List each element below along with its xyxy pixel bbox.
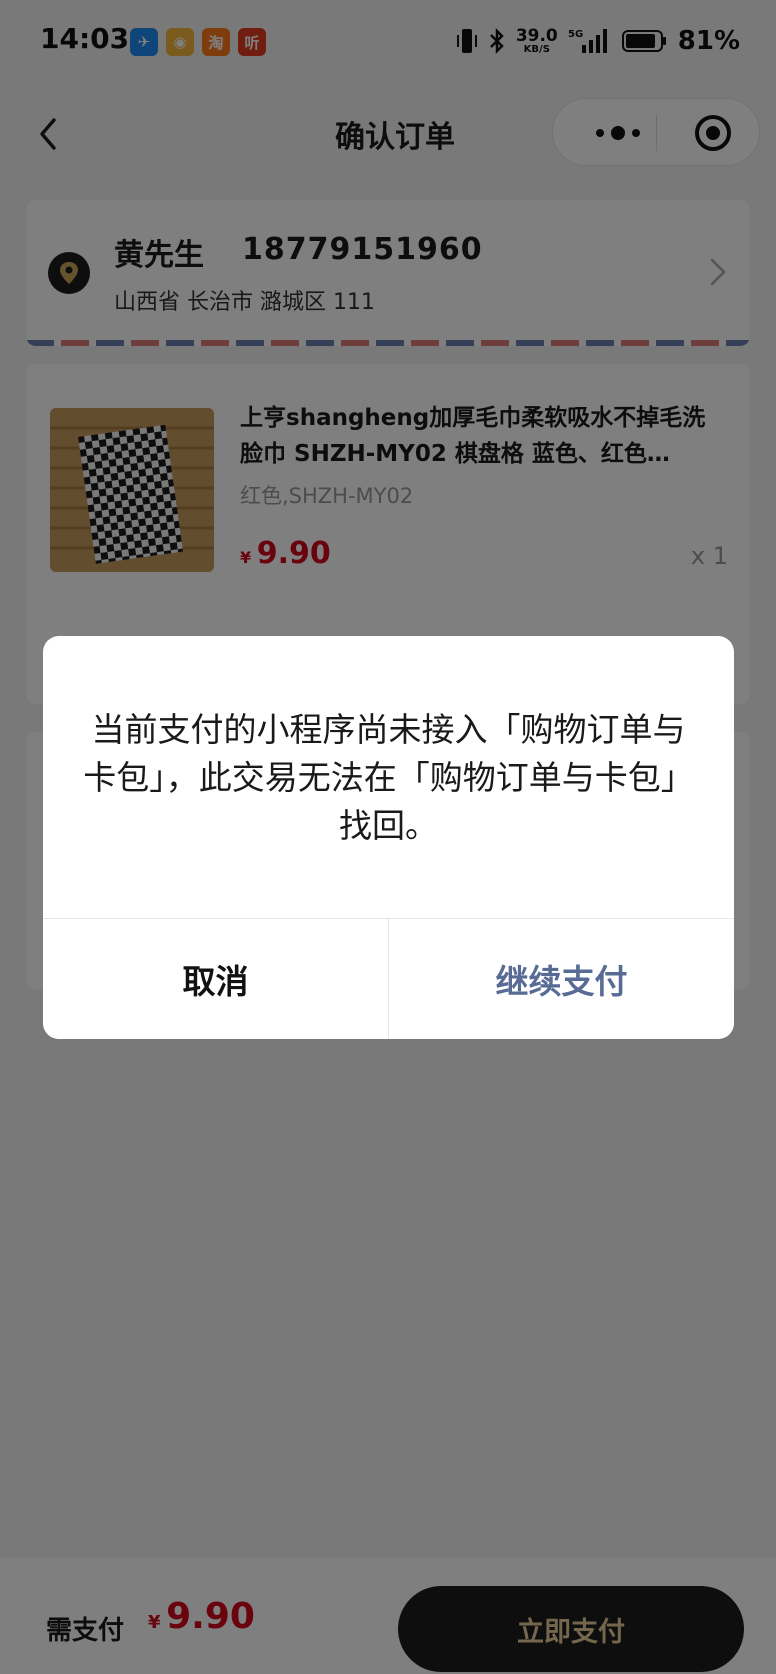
dialog-message: 当前支付的小程序尚未接入「购物订单与卡包」，此交易无法在「购物订单与卡包」找回。 [83, 710, 694, 845]
continue-payment-button[interactable]: 继续支付 [389, 919, 734, 1039]
cancel-button[interactable]: 取消 [43, 919, 388, 1039]
confirm-order-page: 14:03 ✈ ◉ 淘 听 39.0 KB/S 5G [0, 0, 776, 1674]
payment-notice-dialog: 当前支付的小程序尚未接入「购物订单与卡包」，此交易无法在「购物订单与卡包」找回。… [43, 636, 734, 1039]
